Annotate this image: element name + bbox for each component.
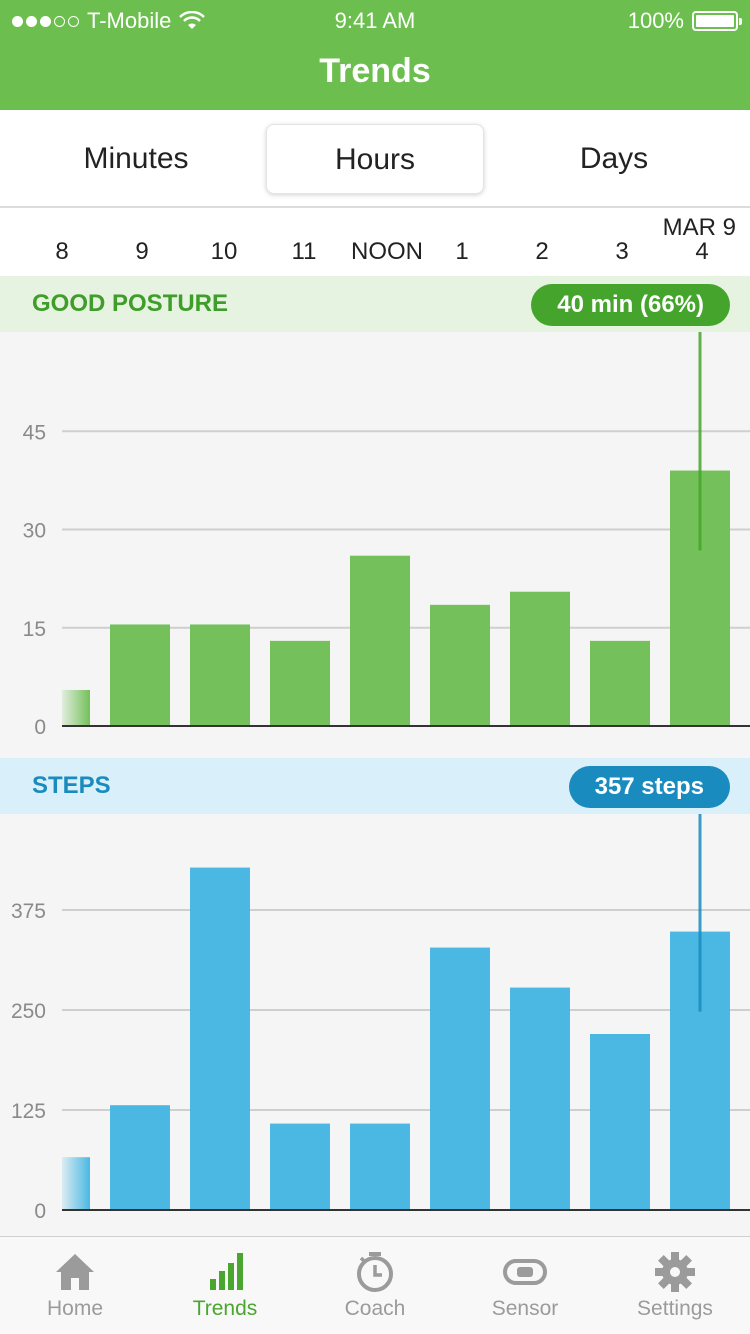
- tab-label: Sensor: [491, 1297, 559, 1320]
- posture-bar[interactable]: [270, 640, 330, 726]
- posture-value-pill: 40 min (66%): [531, 284, 730, 326]
- steps-bar[interactable]: [110, 1105, 170, 1210]
- time-tick: NOON: [351, 238, 423, 265]
- time-tick: 10: [210, 238, 238, 265]
- posture-chart[interactable]: 0 15 30 45: [0, 332, 750, 758]
- tab-sensor[interactable]: Sensor: [450, 1237, 600, 1334]
- segment-days[interactable]: Days: [494, 124, 734, 194]
- time-tick: 1: [455, 238, 469, 265]
- posture-bar-chart: 0 15 30 45: [23, 332, 750, 739]
- tab-trends[interactable]: Trends: [150, 1237, 300, 1334]
- steps-section-header: STEPS 357 steps: [0, 758, 750, 814]
- steps-bar[interactable]: [270, 1123, 330, 1210]
- posture-bar[interactable]: [430, 604, 490, 726]
- segment-hours[interactable]: Hours: [266, 124, 484, 194]
- screen-title: Trends: [319, 52, 431, 90]
- posture-y-tick-label: 45: [23, 421, 46, 444]
- posture-bar[interactable]: [350, 555, 410, 726]
- steps-y-tick-label: 125: [11, 1100, 46, 1123]
- tab-label: Home: [46, 1297, 104, 1320]
- tab-settings[interactable]: Settings: [600, 1237, 750, 1334]
- time-tick: 8: [55, 238, 69, 265]
- tab-home[interactable]: Home: [0, 1237, 150, 1334]
- posture-y-tick-label: 30: [23, 520, 46, 543]
- status-bar: T-Mobile 9:41 AM 100%: [0, 0, 750, 40]
- battery-percent: 100%: [627, 8, 684, 33]
- tab-bar: Home Trends Coach Sensor Settings: [0, 1236, 750, 1334]
- time-axis: MAR 9 8 9 10 11 NOON 1 2 3 4: [0, 208, 750, 276]
- tab-coach[interactable]: Coach: [300, 1237, 450, 1334]
- home-icon: [56, 1254, 94, 1290]
- status-right: 100%: [627, 8, 742, 34]
- gear-icon: [655, 1252, 695, 1292]
- time-tick: 11: [291, 238, 317, 265]
- tab-label: Coach: [344, 1297, 406, 1320]
- steps-bar[interactable]: [510, 987, 570, 1210]
- time-tick: 2: [535, 238, 549, 265]
- steps-y-tick-label: 250: [11, 1000, 46, 1023]
- posture-section-header: GOOD POSTURE 40 min (66%): [0, 276, 750, 332]
- posture-bar[interactable]: [190, 624, 250, 726]
- steps-bar[interactable]: [190, 867, 250, 1210]
- time-tick: 3: [615, 238, 629, 265]
- tab-label: Settings: [637, 1297, 713, 1320]
- posture-bar[interactable]: [110, 624, 170, 726]
- time-tick: 9: [135, 238, 149, 265]
- segment-minutes[interactable]: Minutes: [16, 124, 256, 194]
- steps-bar-chart: 0 125 250 375: [11, 814, 750, 1223]
- posture-y-tick-label: 0: [34, 716, 46, 739]
- posture-bar[interactable]: [590, 640, 650, 726]
- trends-icon: [210, 1253, 243, 1290]
- coach-icon: [357, 1252, 393, 1292]
- steps-y-tick-label: 0: [34, 1200, 46, 1223]
- posture-y-tick-label: 15: [23, 618, 46, 641]
- posture-bar[interactable]: [62, 689, 90, 726]
- steps-title: STEPS: [32, 772, 111, 799]
- steps-chart[interactable]: 0 125 250 375: [0, 814, 750, 1236]
- steps-bar[interactable]: [430, 947, 490, 1210]
- time-tick: 4: [695, 238, 709, 265]
- battery-icon: [692, 11, 742, 31]
- steps-bar[interactable]: [590, 1034, 650, 1210]
- time-range-selector: Minutes Hours Days: [0, 110, 750, 208]
- app-header: T-Mobile 9:41 AM 100% Trends: [0, 0, 750, 110]
- steps-value-pill: 357 steps: [568, 766, 730, 808]
- steps-y-tick-label: 375: [11, 900, 46, 923]
- sensor-icon: [503, 1259, 547, 1285]
- posture-title: GOOD POSTURE: [32, 290, 229, 317]
- posture-bar[interactable]: [510, 591, 570, 726]
- tab-label: Trends: [192, 1297, 258, 1320]
- steps-bar[interactable]: [62, 1157, 90, 1210]
- steps-bar[interactable]: [350, 1123, 410, 1210]
